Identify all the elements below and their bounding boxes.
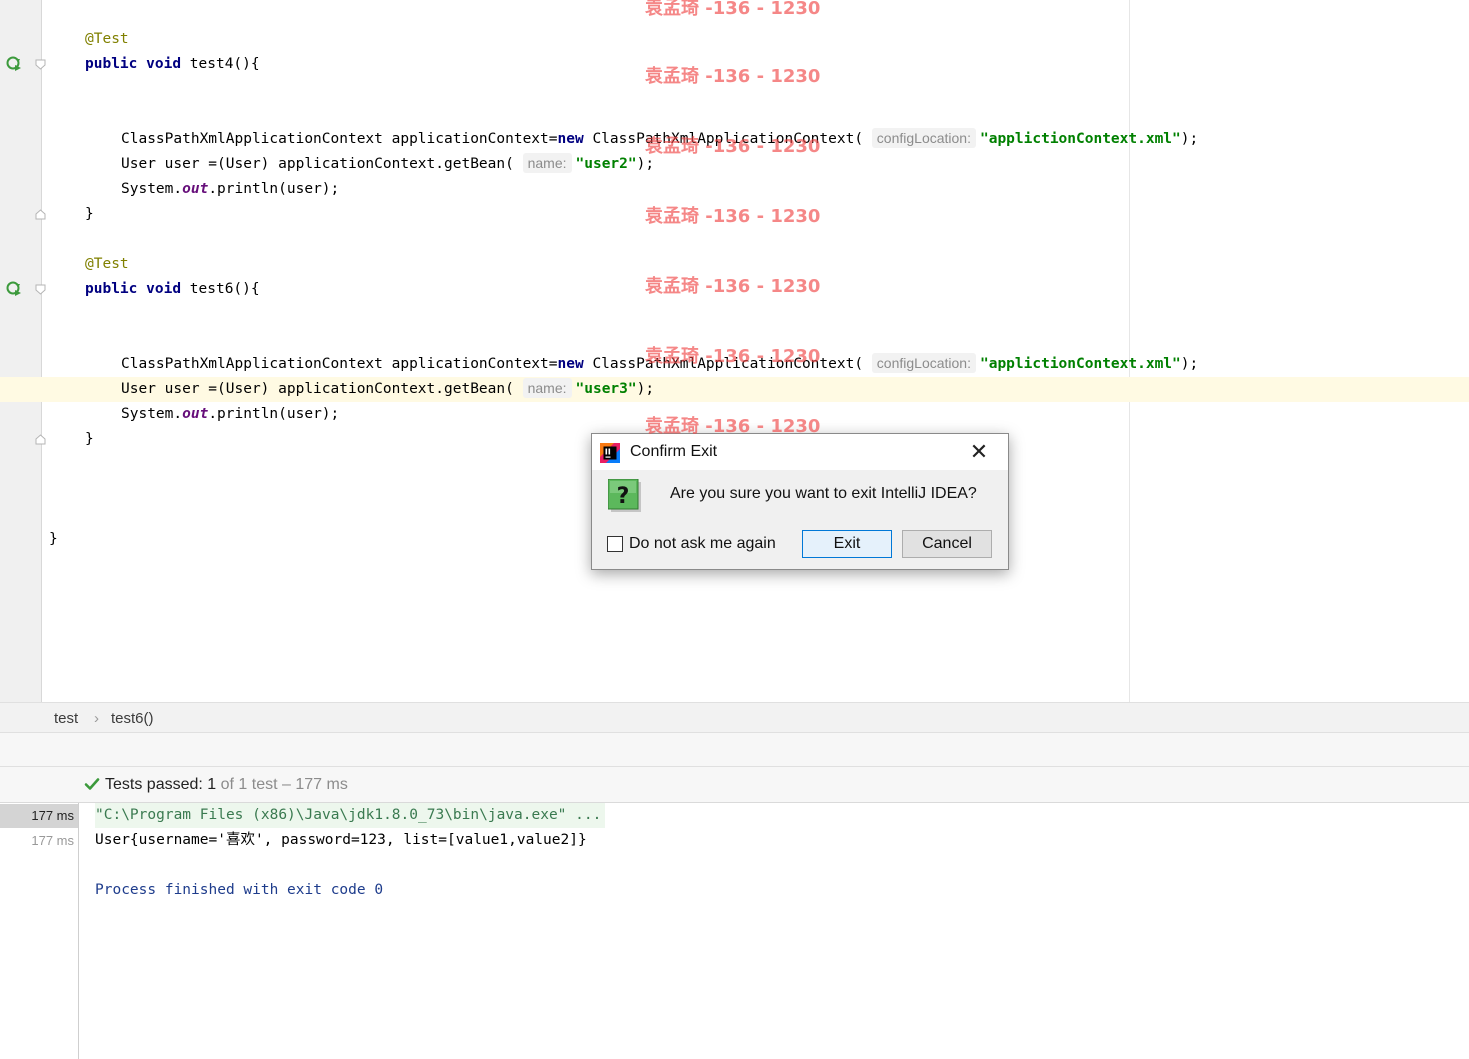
code-line: User user =(User) applicationContext.get… xyxy=(0,152,1469,177)
dialog-message: Are you sure you want to exit IntelliJ I… xyxy=(670,485,977,502)
code-line: } xyxy=(0,202,1469,227)
test-status-bar: Tests passed: 1 of 1 test – 177 ms xyxy=(0,767,1469,803)
console-exit-line: Process finished with exit code 0 xyxy=(95,882,384,898)
run-test-icon[interactable] xyxy=(6,281,22,297)
breadcrumb-separator: › xyxy=(94,710,99,727)
row-duration[interactable]: 177 ms xyxy=(0,804,78,828)
breadcrumb-class[interactable]: test xyxy=(54,710,78,727)
param-hint: configLocation: xyxy=(871,128,976,148)
method-declaration: public void test4(){ xyxy=(85,56,260,72)
fold-icon[interactable] xyxy=(35,209,46,220)
code-line: ClassPathXmlApplicationContext applicati… xyxy=(0,352,1469,377)
checkbox-label[interactable]: Do not ask me again xyxy=(629,535,776,553)
run-console[interactable]: 177 ms 177 ms "C:\Program Files (x86)\Ja… xyxy=(0,803,1469,1059)
check-icon xyxy=(84,778,100,790)
param-hint: configLocation: xyxy=(871,353,976,373)
code-line: public void test4(){ xyxy=(0,52,1469,77)
fold-icon[interactable] xyxy=(35,284,46,295)
console-time-gutter: 177 ms 177 ms xyxy=(0,803,79,1059)
code-line: System.out.println(user); xyxy=(0,177,1469,202)
dialog-titlebar[interactable]: Confirm Exit ✕ xyxy=(592,434,1008,470)
print-statement: System.out.println(user); xyxy=(121,181,340,197)
row-duration[interactable]: 177 ms xyxy=(0,829,78,853)
method-declaration: public void test6(){ xyxy=(85,281,260,297)
breadcrumb: test › test6() xyxy=(0,702,1469,733)
exit-button[interactable]: Exit xyxy=(802,530,892,558)
confirm-exit-dialog: Confirm Exit ✕ ? Are you sure you want t… xyxy=(591,433,1009,570)
class-close-brace: } xyxy=(49,531,58,547)
current-code-line: User user =(User) applicationContext.get… xyxy=(0,377,1469,402)
breadcrumb-method[interactable]: test6() xyxy=(111,710,154,727)
checkbox-box[interactable] xyxy=(607,536,623,552)
dialog-title: Confirm Exit xyxy=(630,443,718,460)
code-editor[interactable]: @Test public void test4(){ ClassPathXmlA… xyxy=(0,0,1469,702)
svg-text:?: ? xyxy=(617,484,630,509)
print-statement: System.out.println(user); xyxy=(121,406,340,422)
run-test-icon[interactable] xyxy=(6,56,22,72)
param-hint: name: xyxy=(522,378,572,398)
close-icon[interactable]: ✕ xyxy=(964,438,994,466)
code-line: @Test xyxy=(0,252,1469,277)
code-line: System.out.println(user); xyxy=(0,402,1469,427)
run-toolbar xyxy=(0,733,1469,767)
cancel-button[interactable]: Cancel xyxy=(902,530,992,558)
intellij-app-icon xyxy=(600,443,620,463)
code-line: @Test xyxy=(0,27,1469,52)
context-statement: ClassPathXmlApplicationContext applicati… xyxy=(121,353,1199,373)
console-output-line: User{username='喜欢', password=123, list=[… xyxy=(95,832,587,848)
context-statement: ClassPathXmlApplicationContext applicati… xyxy=(121,128,1199,148)
annotation-test: @Test xyxy=(85,256,129,272)
getbean-statement: User user =(User) applicationContext.get… xyxy=(121,378,655,398)
tests-passed-label: Tests passed: 1 of 1 test – 177 ms xyxy=(105,776,348,793)
question-icon: ? xyxy=(608,479,641,512)
param-hint: name: xyxy=(522,153,572,173)
code-line: public void test6(){ xyxy=(0,277,1469,302)
method-close-brace: } xyxy=(85,206,94,222)
code-line: ClassPathXmlApplicationContext applicati… xyxy=(0,127,1469,152)
getbean-statement: User user =(User) applicationContext.get… xyxy=(121,153,655,173)
console-command-line[interactable]: "C:\Program Files (x86)\Java\jdk1.8.0_73… xyxy=(95,803,606,828)
method-close-brace: } xyxy=(85,431,94,447)
fold-icon[interactable] xyxy=(35,434,46,445)
annotation-test: @Test xyxy=(85,31,129,47)
fold-icon[interactable] xyxy=(35,59,46,70)
